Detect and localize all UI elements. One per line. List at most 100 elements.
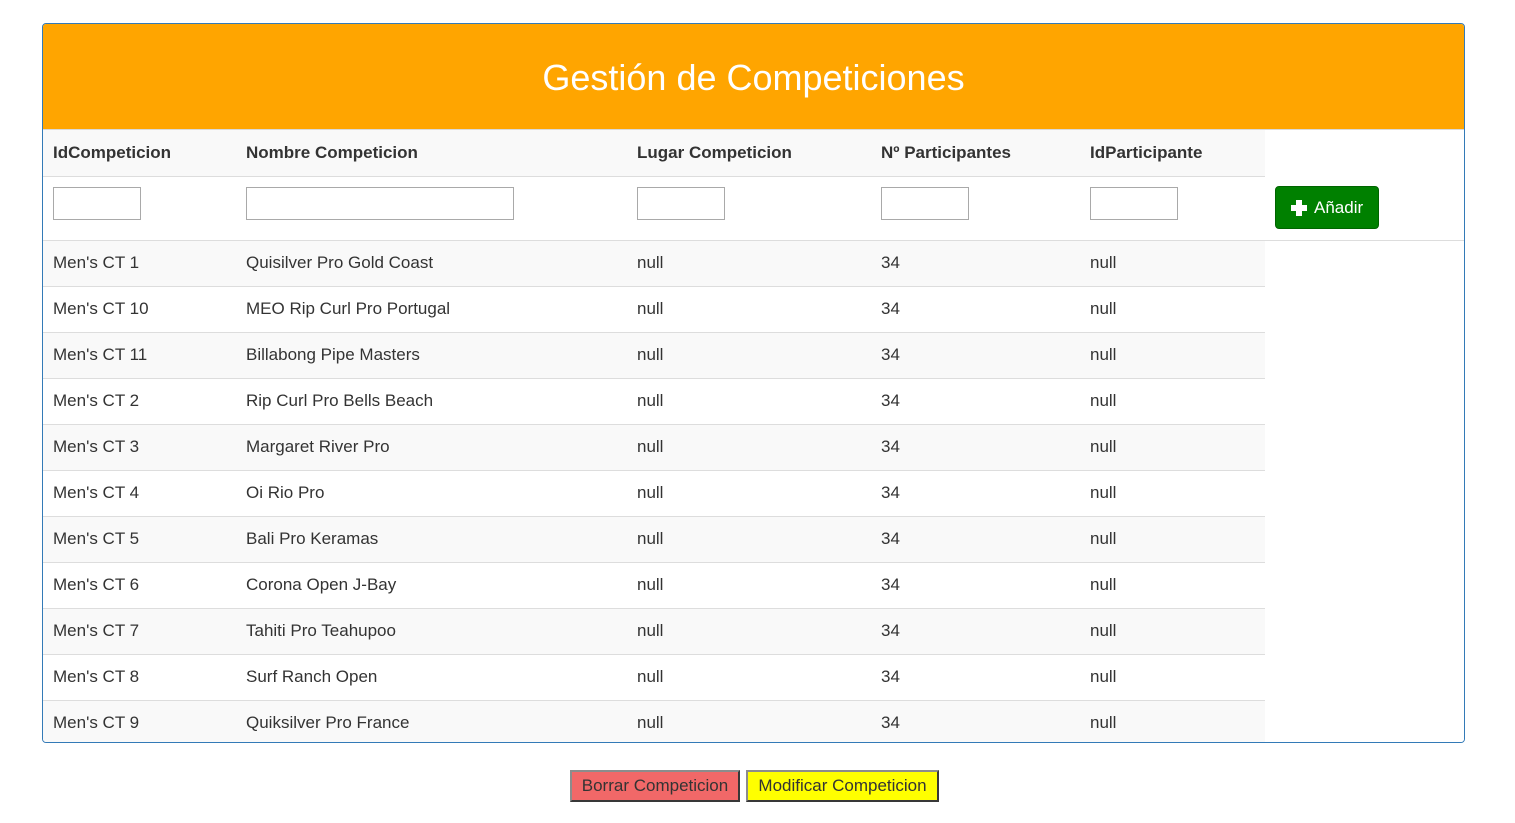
column-header-place: Lugar Competicion: [627, 130, 871, 177]
cell-actions-empty: [1265, 608, 1464, 654]
table-row: Men's CT 6 Corona Open J-Bay null 34 null: [43, 562, 1464, 609]
cell-place: null: [627, 424, 871, 471]
cell-participants: 34: [871, 700, 1080, 742]
lugar-competicion-input[interactable]: [637, 186, 725, 220]
cell-id: Men's CT 3: [43, 424, 236, 471]
add-button-label: Añadir: [1314, 197, 1364, 217]
cell-name: Oi Rio Pro: [236, 470, 627, 517]
column-header-id: IdCompeticion: [43, 130, 236, 177]
cell-participants: 34: [871, 332, 1080, 379]
cell-participant-id: null: [1080, 470, 1265, 517]
cell-participant-id: null: [1080, 378, 1265, 425]
id-competicion-input[interactable]: [53, 186, 141, 220]
cell-name: Margaret River Pro: [236, 424, 627, 471]
cell-id: Men's CT 5: [43, 516, 236, 563]
cell-name: Quiksilver Pro France: [236, 700, 627, 742]
cell-name: Tahiti Pro Teahupoo: [236, 608, 627, 655]
cell-actions-empty: [1265, 516, 1464, 562]
cell-participants: 34: [871, 516, 1080, 563]
footer-actions: Borrar Competicion Modificar Competicion: [570, 770, 939, 802]
table-row: Men's CT 4 Oi Rio Pro null 34 null: [43, 470, 1464, 517]
table-row: Men's CT 11 Billabong Pipe Masters null 34 n…: [43, 332, 1464, 379]
cell-place: null: [627, 700, 871, 742]
cell-name: Rip Curl Pro Bells Beach: [236, 378, 627, 425]
cell-participant-id: null: [1080, 240, 1265, 287]
cell-place: null: [627, 608, 871, 655]
page-title: Gestión de Competiciones: [542, 56, 965, 98]
delete-competition-button[interactable]: Borrar Competicion: [570, 770, 740, 802]
cell-participant-id: null: [1080, 332, 1265, 379]
cell-id: Men's CT 6: [43, 562, 236, 609]
table-row: Men's CT 9 Quiksilver Pro France null 34 nul…: [43, 700, 1464, 742]
cell-actions-empty: [1265, 240, 1464, 286]
column-header-participant-id: IdParticipante: [1080, 130, 1265, 177]
cell-place: null: [627, 470, 871, 517]
cell-actions-empty: [1265, 424, 1464, 470]
table-row: Men's CT 3 Margaret River Pro null 34 null: [43, 424, 1464, 471]
cell-actions-empty: [1265, 654, 1464, 700]
cell-participants: 34: [871, 608, 1080, 655]
cell-place: null: [627, 332, 871, 379]
column-header-actions: [1265, 130, 1464, 176]
table-header-row: IdCompeticion Nombre Competicion Lugar C…: [43, 130, 1464, 177]
cell-name: Billabong Pipe Masters: [236, 332, 627, 379]
competitions-table: IdCompeticion Nombre Competicion Lugar C…: [43, 130, 1464, 742]
cell-place: null: [627, 654, 871, 701]
cell-actions-empty: [1265, 378, 1464, 424]
competitions-panel: Gestión de Competiciones IdCompeticion N…: [42, 23, 1465, 743]
cell-name: Surf Ranch Open: [236, 654, 627, 701]
cell-participants: 34: [871, 654, 1080, 701]
cell-actions-empty: [1265, 562, 1464, 608]
cell-place: null: [627, 516, 871, 563]
num-participantes-input[interactable]: [881, 186, 969, 220]
cell-place: null: [627, 240, 871, 287]
cell-participant-id: null: [1080, 562, 1265, 609]
cell-participant-id: null: [1080, 286, 1265, 333]
id-participante-input[interactable]: [1090, 186, 1178, 220]
table-row: Men's CT 2 Rip Curl Pro Bells Beach null 34…: [43, 378, 1464, 425]
cell-participants: 34: [871, 240, 1080, 287]
new-competition-row: Añadir: [43, 176, 1464, 240]
cell-actions-empty: [1265, 286, 1464, 332]
cell-place: null: [627, 286, 871, 333]
cell-id: Men's CT 1: [43, 240, 236, 287]
plus-icon: [1291, 199, 1307, 216]
cell-participants: 34: [871, 424, 1080, 471]
cell-id: Men's CT 11: [43, 332, 236, 379]
column-header-participants: Nº Participantes: [871, 130, 1080, 177]
nombre-competicion-input[interactable]: [246, 186, 514, 220]
cell-name: Corona Open J-Bay: [236, 562, 627, 609]
cell-id: Men's CT 2: [43, 378, 236, 425]
cell-participant-id: null: [1080, 654, 1265, 701]
cell-id: Men's CT 9: [43, 700, 236, 742]
table-row: Men's CT 8 Surf Ranch Open null 34 null: [43, 654, 1464, 701]
cell-name: Bali Pro Keramas: [236, 516, 627, 563]
table-row: Men's CT 10 MEO Rip Curl Pro Portugal null…: [43, 286, 1464, 333]
cell-participants: 34: [871, 286, 1080, 333]
cell-actions-empty: [1265, 332, 1464, 378]
table-row: Men's CT 1 Quisilver Pro Gold Coast null 34…: [43, 240, 1464, 287]
cell-id: Men's CT 4: [43, 470, 236, 517]
modify-competition-button[interactable]: Modificar Competicion: [746, 770, 939, 802]
table-row: Men's CT 7 Tahiti Pro Teahupoo null 34 null: [43, 608, 1464, 655]
cell-id: Men's CT 7: [43, 608, 236, 655]
cell-id: Men's CT 8: [43, 654, 236, 701]
panel-header: Gestión de Competiciones: [43, 24, 1464, 130]
cell-participant-id: null: [1080, 608, 1265, 655]
table-row: Men's CT 5 Bali Pro Keramas null 34 null: [43, 516, 1464, 563]
cell-participants: 34: [871, 470, 1080, 517]
cell-actions-empty: [1265, 700, 1464, 742]
cell-participants: 34: [871, 562, 1080, 609]
cell-id: Men's CT 10: [43, 286, 236, 333]
cell-name: MEO Rip Curl Pro Portugal: [236, 286, 627, 333]
cell-place: null: [627, 378, 871, 425]
add-button[interactable]: Añadir: [1275, 186, 1380, 229]
column-header-name: Nombre Competicion: [236, 130, 627, 177]
cell-participant-id: null: [1080, 516, 1265, 563]
cell-place: null: [627, 562, 871, 609]
cell-participant-id: null: [1080, 424, 1265, 471]
cell-actions-empty: [1265, 470, 1464, 516]
cell-participants: 34: [871, 378, 1080, 425]
cell-name: Quisilver Pro Gold Coast: [236, 240, 627, 287]
cell-participant-id: null: [1080, 700, 1265, 742]
